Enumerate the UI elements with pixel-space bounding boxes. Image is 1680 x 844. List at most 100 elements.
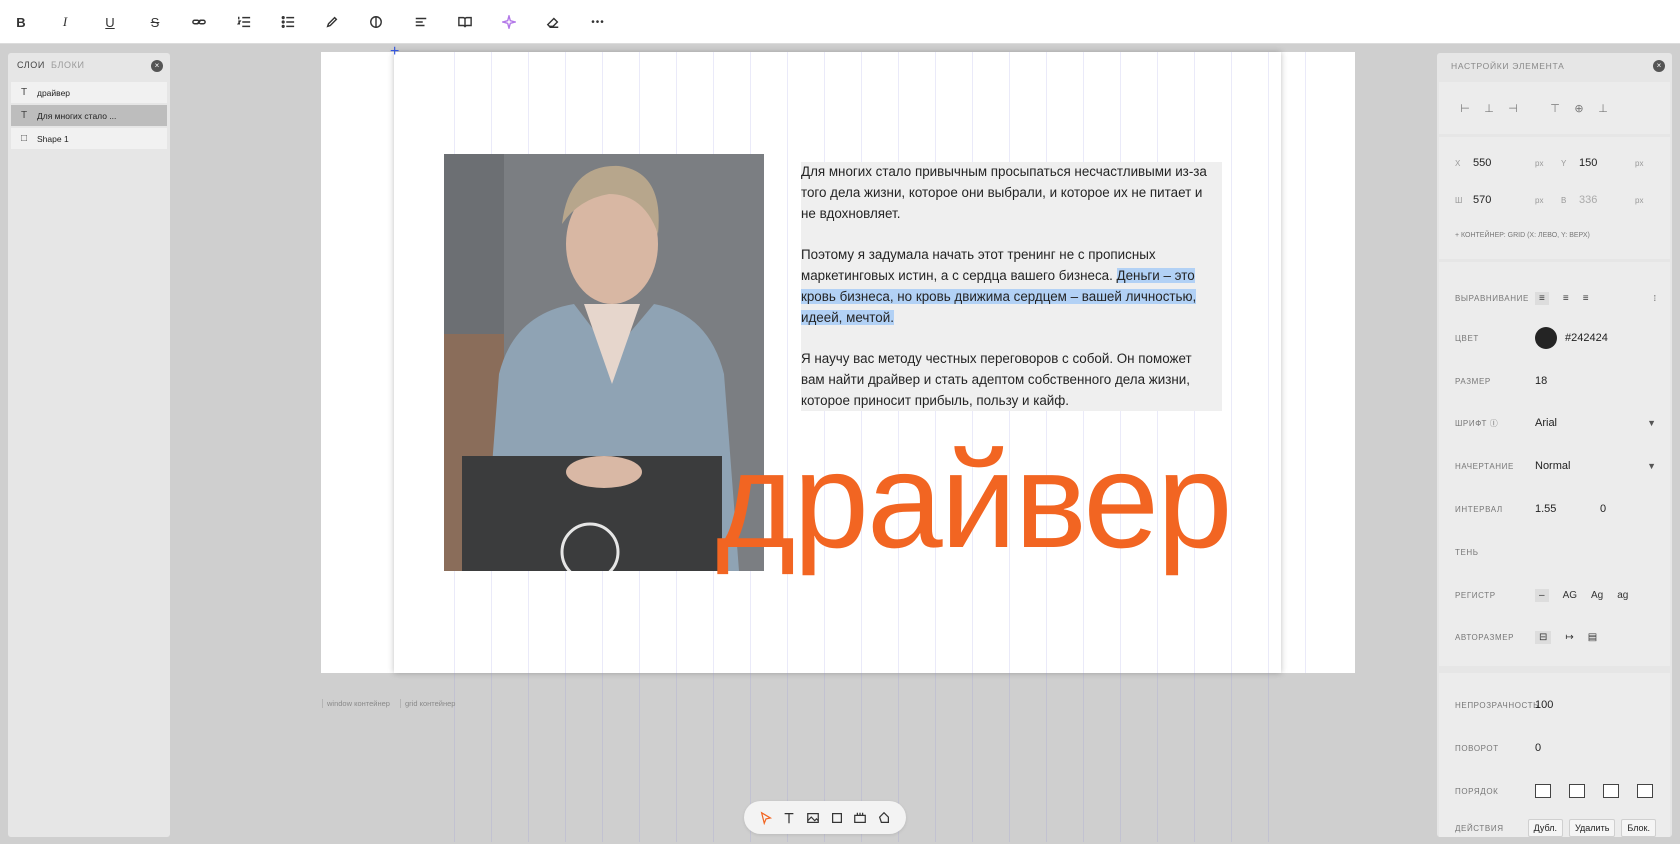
line-height-input[interactable]: 1.55 <box>1535 503 1600 515</box>
image-tool-icon[interactable] <box>804 809 822 827</box>
case-lower-button[interactable]: ag <box>1617 590 1628 601</box>
text-layer-icon: T <box>20 87 28 98</box>
pen-icon[interactable] <box>320 10 344 34</box>
size-label: РАЗМЕР <box>1455 376 1491 386</box>
container-info[interactable]: + КОНТЕЙНЕР: GRID (X: ЛЕВО, Y: ВЕРХ) <box>1455 224 1656 246</box>
text-tool-icon[interactable] <box>780 809 798 827</box>
eraser-icon[interactable] <box>541 10 565 34</box>
align-middle-v-icon[interactable]: ⊕ <box>1567 102 1591 115</box>
layer-item-big-word[interactable]: T драйвер <box>11 82 167 103</box>
bring-forward-icon[interactable] <box>1569 784 1585 798</box>
bring-to-front-icon[interactable] <box>1535 784 1551 798</box>
window-container-label[interactable]: window контейнер <box>322 699 394 708</box>
shape-layer-icon: □ <box>20 133 28 144</box>
letter-spacing-input[interactable]: 0 <box>1600 503 1606 515</box>
delete-button[interactable]: Удалить <box>1569 819 1616 837</box>
y-input[interactable]: 150 <box>1579 157 1635 169</box>
grid-column-line <box>1305 52 1306 673</box>
w-input[interactable]: 570 <box>1473 194 1535 206</box>
contrast-icon[interactable] <box>364 10 388 34</box>
send-backward-icon[interactable] <box>1603 784 1619 798</box>
opacity-row: НЕПРОЗРАЧНОСТЬ 100 <box>1455 694 1656 716</box>
help-icon[interactable]: ⓘ <box>1490 419 1499 428</box>
ordered-list-icon[interactable] <box>232 10 256 34</box>
duplicate-button[interactable]: Дубл. <box>1527 819 1564 837</box>
link-icon[interactable] <box>187 10 211 34</box>
underline-button[interactable]: U <box>98 10 122 34</box>
container-labels: window контейнер grid контейнер <box>322 699 459 708</box>
autosize-fixed-icon[interactable]: ⊟ <box>1535 630 1552 644</box>
hand-tool-icon[interactable] <box>875 809 893 827</box>
layer-item-paragraph[interactable]: T Для многих стало ... <box>11 105 167 126</box>
crosshair-icon: + <box>390 43 400 60</box>
font-select[interactable]: Arial <box>1535 417 1557 429</box>
close-settings-icon[interactable]: × <box>1653 60 1665 72</box>
paragraph-icon[interactable] <box>409 10 433 34</box>
more-icon[interactable]: ••• <box>586 10 610 34</box>
rotation-input[interactable]: 0 <box>1535 742 1541 754</box>
chevron-down-icon[interactable]: ▼ <box>1647 418 1656 428</box>
ai-sparkle-icon[interactable] <box>497 10 521 34</box>
headline-big-word[interactable]: драйвер <box>716 432 1233 568</box>
case-title-button[interactable]: Ag <box>1591 590 1603 601</box>
bullet-list-icon[interactable] <box>276 10 300 34</box>
italic-button[interactable]: I <box>53 10 77 34</box>
autosize-label: АВТОРАЗМЕР <box>1455 632 1515 642</box>
book-icon[interactable] <box>453 10 477 34</box>
grid-container-label[interactable]: grid контейнер <box>399 699 459 708</box>
h-input[interactable]: 336 <box>1579 194 1635 206</box>
layer-item-shape[interactable]: □ Shape 1 <box>11 128 167 149</box>
autosize-width-icon[interactable]: ↦ <box>1565 632 1573 643</box>
shape-tool-icon[interactable] <box>828 809 846 827</box>
autosize-height-icon[interactable]: ▤ <box>1588 632 1597 643</box>
size-row: РАЗМЕР 18 <box>1455 370 1656 392</box>
align-left-icon[interactable]: ⊢ <box>1453 102 1477 115</box>
h-unit: px <box>1635 195 1644 205</box>
text-align-left-icon[interactable]: ≡ <box>1535 291 1549 305</box>
align-right-icon[interactable]: ⊣ <box>1501 102 1525 115</box>
position-section: X 550 px Y 150 px Ш 570 px В 336 px + КО… <box>1439 137 1670 259</box>
layer-label: Для многих стало ... <box>37 110 117 121</box>
align-center-h-icon[interactable]: ⊥ <box>1477 102 1501 115</box>
top-toolbar: B I U S ••• <box>0 0 1680 44</box>
actions-label: ДЕЙСТВИЯ <box>1455 823 1504 833</box>
typography-section: ВЫРАВНИВАНИЕ ≡ ≡ ≡ ⁞ ЦВЕТ #242424 РАЗМЕР… <box>1439 262 1670 666</box>
align-top-icon[interactable]: ⊤ <box>1543 102 1567 115</box>
color-swatch[interactable] <box>1535 327 1557 349</box>
y-label: Y <box>1561 158 1567 168</box>
text-align-center-icon[interactable]: ≡ <box>1563 293 1569 304</box>
bold-button[interactable]: B <box>9 10 33 34</box>
case-upper-button[interactable]: AG <box>1563 590 1577 601</box>
chevron-down-icon[interactable]: ▼ <box>1647 461 1656 471</box>
order-label: ПОРЯДОК <box>1455 786 1499 796</box>
strikethrough-button[interactable]: S <box>143 10 167 34</box>
tab-blocks[interactable]: БЛОКИ <box>51 60 85 70</box>
grid-column-line <box>1231 52 1232 842</box>
pointer-icon[interactable] <box>757 809 775 827</box>
bottom-tools-bar <box>744 801 906 834</box>
color-value[interactable]: #242424 <box>1565 332 1608 344</box>
layers-panel-header: СЛОИ БЛОКИ <box>8 53 170 77</box>
x-input[interactable]: 550 <box>1473 157 1535 169</box>
font-row: ШРИФТ ⓘ Arial ▼ <box>1455 412 1656 434</box>
xy-row: X 550 px Y 150 px <box>1455 152 1656 174</box>
size-input[interactable]: 18 <box>1535 375 1547 387</box>
video-tool-icon[interactable] <box>851 809 869 827</box>
grid-column-line <box>1268 52 1269 842</box>
case-none-button[interactable]: – <box>1535 588 1549 602</box>
text-align-right-icon[interactable]: ≡ <box>1583 293 1589 304</box>
opacity-input[interactable]: 100 <box>1535 699 1553 711</box>
h-label: В <box>1561 195 1567 205</box>
style-label: НАЧЕРТАНИЕ <box>1455 461 1514 471</box>
x-unit: px <box>1535 158 1544 168</box>
tab-layers[interactable]: СЛОИ <box>17 60 45 70</box>
send-to-back-icon[interactable] <box>1637 784 1653 798</box>
layer-label: драйвер <box>37 87 71 98</box>
align-bottom-icon[interactable]: ⊥ <box>1591 102 1615 115</box>
lock-button[interactable]: Блок. <box>1621 819 1656 837</box>
text-justify-icon[interactable]: ⁞ <box>1654 294 1656 303</box>
shadow-label[interactable]: ТЕНЬ <box>1455 548 1535 557</box>
paragraph-text-box[interactable]: Для многих стало привычным просыпаться н… <box>801 162 1222 411</box>
close-layers-icon[interactable]: × <box>151 60 163 72</box>
style-select[interactable]: Normal <box>1535 460 1570 472</box>
